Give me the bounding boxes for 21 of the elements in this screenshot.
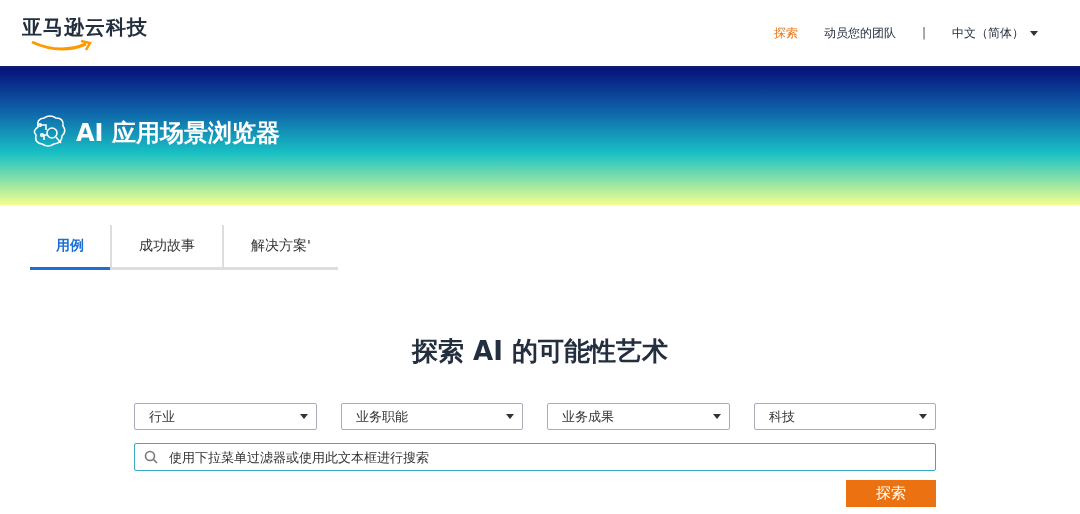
search-icon [144,450,158,464]
caret-icon [712,414,721,419]
search-field[interactable]: 使用下拉菜单过滤器或使用此文本框进行搜索 [134,443,936,471]
smile-arrow-icon [30,38,94,53]
page-title: AI 应用场景浏览器 [76,117,280,149]
filter-dropdown[interactable]: 行业 [134,403,317,430]
logo-text[interactable]: 亚马逊云科技 [22,13,148,41]
caret-icon [299,414,308,419]
nav-separator: | [921,26,926,40]
filter-dropdown[interactable]: 业务成果 [547,403,730,430]
caret-icon [1030,30,1038,36]
filter-dropdown[interactable]: 科技 [753,403,936,430]
caret-icon [919,414,927,419]
tab[interactable]: 解决方案' [222,225,338,270]
caret-icon [506,414,514,419]
tab[interactable]: 用例 [30,225,110,270]
nav-link[interactable]: 动员您的团队 [823,24,896,42]
section-heading: 探索 AI 的可能性艺术 [410,335,669,368]
tab[interactable]: 成功故事 [110,225,222,270]
language-selector[interactable]: 中文（简体） [952,24,1038,42]
filter-dropdown[interactable]: 业务职能 [340,403,523,430]
